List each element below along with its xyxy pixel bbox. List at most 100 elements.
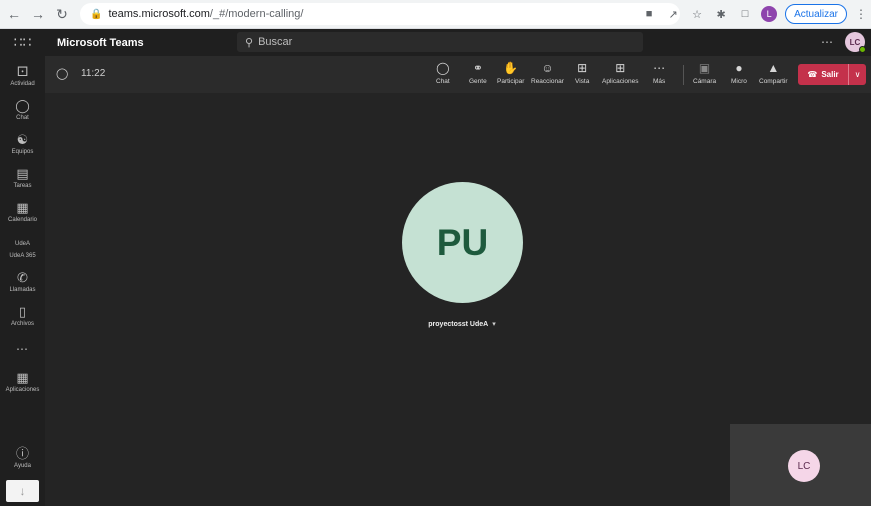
user-initials: LC: [849, 37, 861, 47]
more-options-icon[interactable]: ⋯: [821, 35, 833, 49]
mic-button[interactable]: ● Micro: [731, 61, 747, 91]
rail-item-calls[interactable]: ✆ Llamadas: [0, 266, 45, 298]
forward-arrow-icon[interactable]: →: [28, 4, 48, 24]
teams-header: ∷∷ Microsoft Teams ⚲ Buscar ⋯ LC: [0, 29, 871, 56]
leave-main-action[interactable]: ☎ Salir: [798, 64, 848, 85]
leave-button[interactable]: ☎ Salir ∨: [798, 64, 866, 85]
back-arrow-icon[interactable]: ←: [4, 4, 24, 24]
people-button[interactable]: ⚭ Gente: [469, 61, 487, 91]
search-placeholder: Buscar: [258, 36, 293, 48]
shield-icon: ◯: [56, 68, 69, 80]
browser-menu-icon[interactable]: ⋮: [855, 7, 867, 21]
url-host: teams.microsoft.com: [108, 8, 210, 20]
grid-icon: ⊞: [577, 61, 588, 75]
meeting-timer: 11:22: [81, 68, 106, 79]
rail-label: UdeA 365: [9, 253, 36, 259]
rail-item-udea365[interactable]: UdeA UdeA 365: [0, 232, 45, 264]
more-dots-icon: ⋯: [653, 61, 666, 75]
rail-label: Tareas: [13, 183, 32, 189]
share-screen-icon: ▲: [767, 61, 780, 75]
apps-button[interactable]: ⊞ Aplicaciones: [602, 61, 639, 91]
star-icon[interactable]: ☆: [689, 6, 705, 22]
rail-item-files[interactable]: ▯ Archivos: [0, 300, 45, 332]
raise-hand-button[interactable]: ✋ Participar: [497, 61, 524, 91]
toolbar-label: Vista: [575, 78, 590, 85]
rail-label: Calendario: [7, 217, 38, 223]
rail-item-help[interactable]: ⓘ Ayuda: [0, 442, 45, 474]
camera-button[interactable]: ▣ Cámara: [693, 61, 716, 91]
rail-item-activity[interactable]: ⚀ Actividad: [0, 60, 45, 92]
camera-off-icon: ▣: [698, 61, 711, 75]
download-icon[interactable]: ↓: [6, 480, 39, 502]
teams-icon: ☯: [16, 132, 29, 147]
participant-name-label: proyectosst UdeA ▾: [382, 320, 542, 328]
toolbar-label: Reaccionar: [531, 78, 564, 85]
chat-icon: ◯: [15, 98, 30, 113]
file-icon: ▯: [18, 304, 27, 319]
update-button[interactable]: Actualizar: [785, 4, 847, 24]
smiley-icon: ☺: [541, 61, 554, 75]
hand-icon: ✋: [503, 61, 519, 75]
browser-toolbar: ← → ↻ 🔒 teams.microsoft.com/_#/modern-ca…: [0, 0, 871, 29]
calendar-icon: ▦: [16, 200, 29, 215]
profile-avatar[interactable]: L: [761, 6, 778, 22]
react-button[interactable]: ☺ Reaccionar: [531, 61, 564, 91]
rail-item-apps[interactable]: ▦ Aplicaciones: [0, 366, 45, 398]
chat-icon: ◯: [436, 61, 450, 75]
toolbar-label: Aplicaciones: [602, 78, 639, 85]
help-icon: ⓘ: [15, 446, 29, 461]
toolbar-divider: [683, 65, 684, 85]
rail-label: Chat: [16, 115, 29, 121]
toolbar-label: Chat: [436, 78, 450, 85]
rail-item-tasks[interactable]: ▤ Tareas: [0, 162, 45, 194]
search-input[interactable]: ⚲ Buscar: [237, 32, 643, 52]
hangup-icon: ☎: [807, 70, 818, 79]
address-bar[interactable]: 🔒 teams.microsoft.com/_#/modern-calling/: [80, 3, 680, 25]
add-app-icon: ⊞: [615, 61, 626, 75]
phone-icon: ✆: [17, 270, 28, 285]
rail-item-calendar[interactable]: ▦ Calendario: [0, 196, 45, 228]
rail-item-teams[interactable]: ☯ Equipos: [0, 128, 45, 160]
presence-status: [859, 46, 866, 53]
extensions-icon[interactable]: ✱: [713, 6, 729, 22]
url-path: /_#/modern-calling/: [209, 8, 304, 20]
rail-label: Aplicaciones: [5, 387, 40, 393]
microphone-icon: ●: [735, 61, 743, 75]
chat-button[interactable]: ◯ Chat: [436, 61, 450, 91]
more-apps-icon[interactable]: ⋯: [0, 342, 45, 356]
toolbar-label: Compartir: [759, 78, 788, 85]
more-button[interactable]: ⋯ Más: [653, 61, 665, 91]
self-initials: LC: [797, 460, 811, 472]
self-video-tile[interactable]: LC: [730, 424, 871, 506]
participant-avatar: PU: [402, 182, 523, 303]
app-launcher-icon[interactable]: ∷∷: [0, 29, 45, 56]
self-avatar: LC: [788, 450, 820, 482]
view-button[interactable]: ⊞ Vista: [575, 61, 589, 91]
toolbar-label: Más: [653, 78, 666, 85]
video-icon[interactable]: ■: [641, 6, 657, 22]
user-avatar[interactable]: LC: [845, 32, 866, 53]
sidebar-icon[interactable]: □: [737, 6, 753, 22]
clipboard-icon: ▤: [16, 166, 29, 181]
share-icon[interactable]: ↗: [665, 6, 681, 22]
rail-label: Llamadas: [9, 287, 36, 293]
toolbar-label: Gente: [469, 78, 487, 85]
reload-icon[interactable]: ↻: [52, 4, 72, 24]
rail-item-chat[interactable]: ◯ Chat: [0, 94, 45, 126]
people-icon: ⚭: [472, 61, 483, 75]
rail-label: Actividad: [10, 81, 35, 87]
participant-name: proyectosst UdeA: [428, 321, 489, 328]
bell-icon: ⚀: [16, 64, 29, 79]
meeting-toolbar: ◯ 11:22 ◯ Chat ⚭ Gente ✋ Participar ☺ Re…: [45, 56, 871, 93]
chevron-down-icon[interactable]: ∨: [849, 70, 866, 79]
rail-label: Ayuda: [14, 463, 31, 469]
meeting-stage: ◯ 11:22 ◯ Chat ⚭ Gente ✋ Participar ☺ Re…: [45, 56, 871, 506]
toolbar-label: Cámara: [693, 78, 717, 85]
udea-logo-icon: UdeA: [14, 241, 30, 247]
toolbar-label: Micro: [731, 78, 747, 85]
participant-initials: PU: [436, 221, 489, 263]
lock-icon: 🔒: [90, 8, 103, 20]
share-button[interactable]: ▲ Compartir: [759, 61, 788, 91]
apps-grid-icon: ▦: [16, 370, 29, 385]
rail-label: Equipos: [11, 149, 34, 155]
